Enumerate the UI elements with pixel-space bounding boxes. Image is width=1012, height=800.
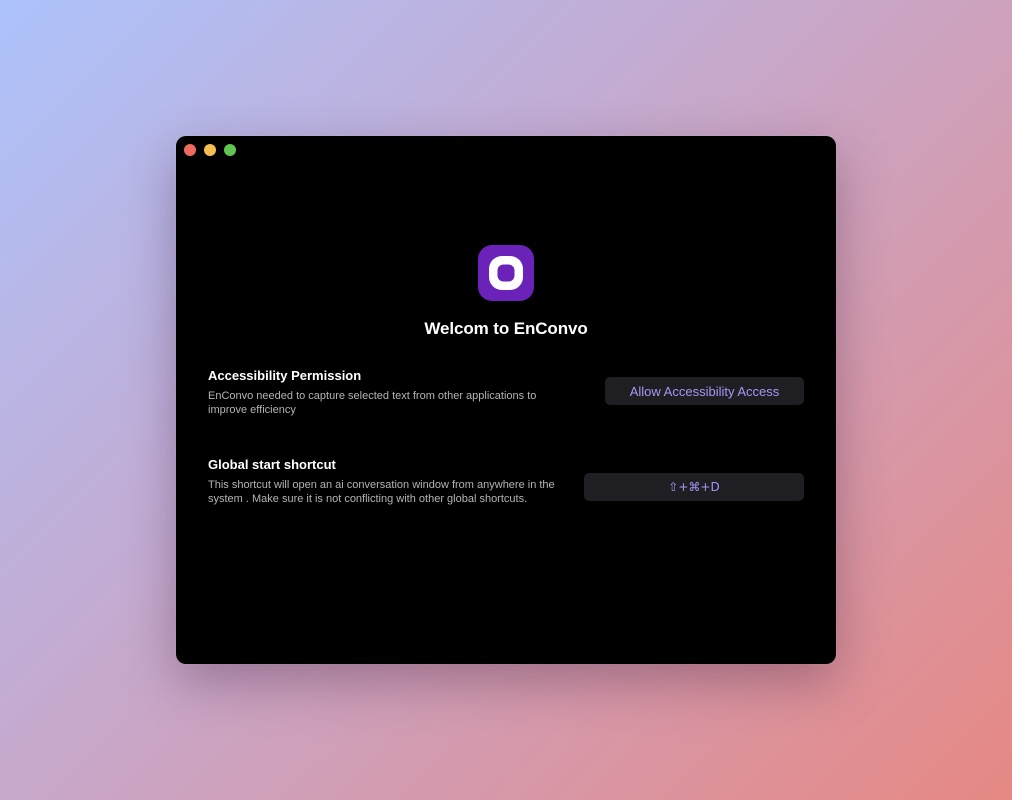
shortcut-description: This shortcut will open an ai conversati…: [208, 479, 555, 505]
window-controls: [184, 144, 236, 156]
enconvo-logo-icon: [478, 245, 534, 301]
shortcut-recorder-button[interactable]: ⇧+⌘+D: [584, 473, 804, 501]
maximize-window-button[interactable]: [224, 144, 236, 156]
accessibility-title: Accessibility Permission: [208, 368, 362, 383]
shortcut-title: Global start shortcut: [208, 457, 336, 472]
welcome-title: Welcom to EnConvo: [424, 319, 588, 338]
close-window-button[interactable]: [184, 144, 196, 156]
minimize-window-button[interactable]: [204, 144, 216, 156]
accessibility-section: Accessibility Permission EnConvo needed …: [208, 368, 573, 417]
allow-accessibility-button[interactable]: Allow Accessibility Access: [605, 377, 804, 405]
accessibility-description: EnConvo needed to capture selected text …: [208, 390, 537, 416]
shortcut-section: Global start shortcut This shortcut will…: [208, 457, 568, 506]
welcome-window: Welcom to EnConvo Accessibility Permissi…: [176, 136, 836, 664]
